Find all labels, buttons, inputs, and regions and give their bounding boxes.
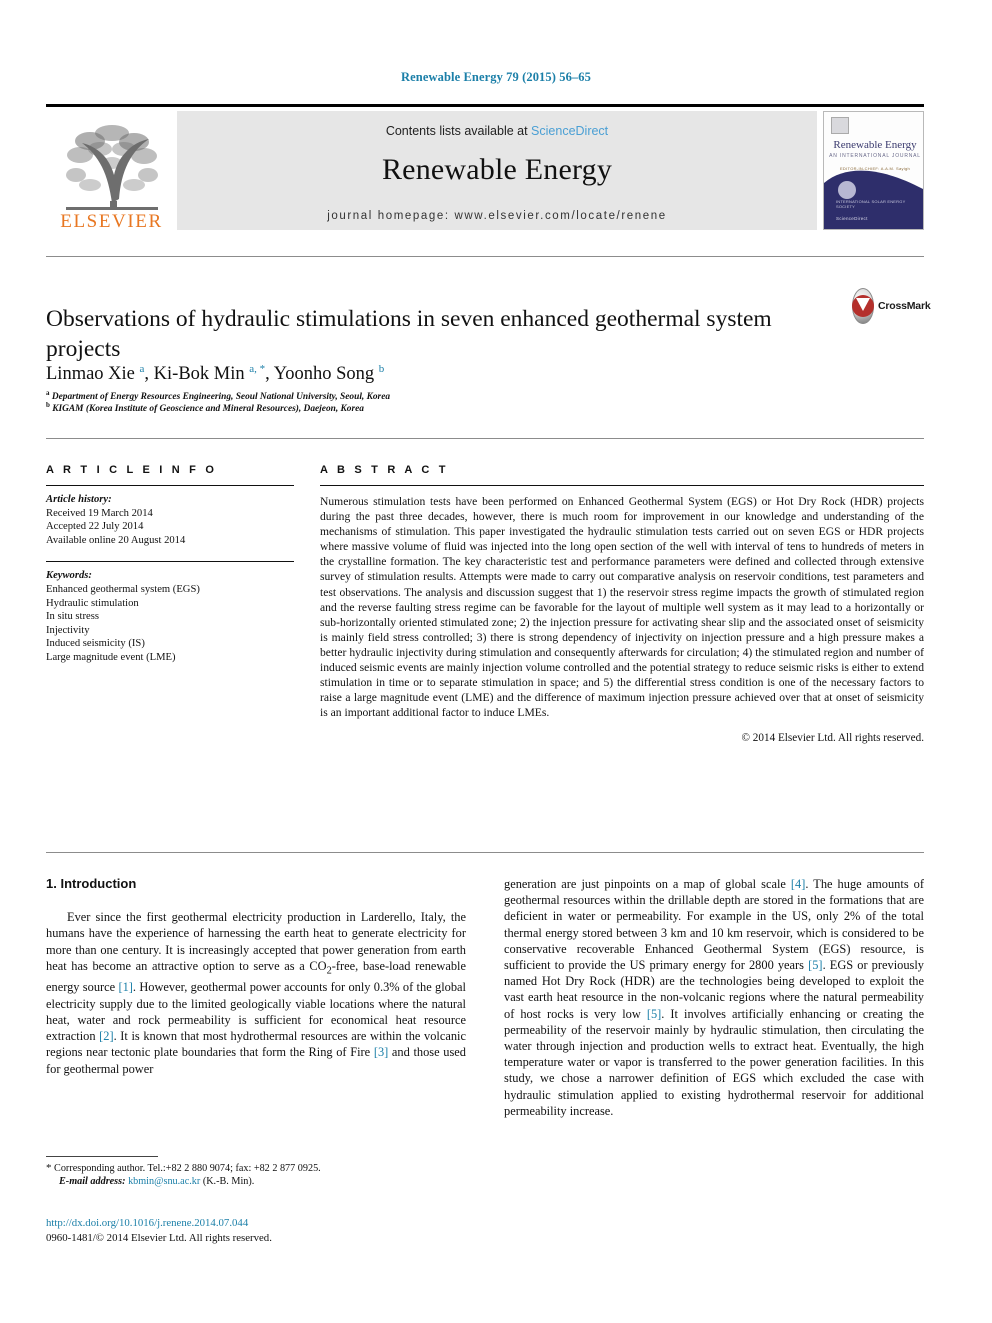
title-divider (46, 256, 924, 257)
page-title: Observations of hydraulic stimulations i… (46, 305, 772, 362)
article-history-list: Received 19 March 2014 Accepted 22 July 2… (46, 507, 294, 548)
contents-prefix: Contents lists available at (385, 124, 532, 138)
author-list: Linmao Xie a, Ki-Bok Min a, *, Yoonho So… (46, 363, 385, 385)
cover-footer-top: INTERNATIONAL SOLAR ENERGY SOCIETY (836, 199, 906, 209)
cover-footer-bottom: ScienceDirect (836, 216, 868, 221)
journal-cover-thumbnail: Renewable Energy AN INTERNATIONAL JOURNA… (823, 111, 924, 230)
paragraph-text: generation are just pinpoints on a map o… (504, 877, 791, 891)
email-label: E-mail address: (59, 1176, 126, 1188)
intro-paragraph-right: generation are just pinpoints on a map o… (504, 876, 924, 1119)
article-info-column: A R T I C L E I N F O Article history: R… (46, 464, 294, 665)
citation-link[interactable]: [5] (808, 958, 822, 972)
citation-link[interactable]: [3] (374, 1045, 388, 1059)
article-info-heading: A R T I C L E I N F O (46, 464, 218, 476)
paragraph-text: . It involves artificially enhancing or … (504, 1006, 924, 1118)
corresponding-author-marker: * (46, 1162, 52, 1174)
article-history-item: Available online 20 August 2014 (46, 534, 186, 546)
cover-subtitle: AN INTERNATIONAL JOURNAL (829, 153, 921, 159)
keyword-item: In situ stress (46, 611, 99, 623)
cover-society-logo-icon (838, 181, 856, 199)
journal-homepage-link[interactable]: journal homepage: www.elsevier.com/locat… (177, 210, 817, 222)
corresponding-author-note: * Corresponding author. Tel.:+82 2 880 9… (46, 1162, 466, 1189)
abstract-rule (320, 485, 924, 486)
journal-title: Renewable Energy (381, 153, 613, 186)
journal-masthead: ELSEVIER Contents lists available at Sci… (46, 104, 924, 231)
affiliation-b: b KIGAM (Korea Institute of Geoscience a… (46, 401, 364, 415)
keywords-list: Enhanced geothermal system (EGS) Hydrauli… (46, 583, 294, 665)
keyword-item: Large magnitude event (LME) (46, 651, 176, 663)
email-link[interactable]: kbmin@snu.ac.kr (128, 1176, 200, 1187)
abstract-column: A B S T R A C T Numerous stimulation tes… (320, 464, 924, 744)
keyword-item: Injectivity (46, 624, 90, 636)
citation-link[interactable]: [4] (791, 877, 805, 891)
section-heading-introduction: 1. Introduction (46, 876, 137, 891)
keywords-label: Keywords: (46, 570, 92, 582)
affiliation-marker: b (46, 401, 50, 409)
abstract-text: Numerous stimulation tests have been per… (320, 495, 924, 720)
email-suffix: (K.-B. Min). (202, 1176, 255, 1188)
sciencedirect-link[interactable]: ScienceDirect (531, 124, 608, 138)
body-column-right: generation are just pinpoints on a map o… (504, 876, 924, 1119)
keyword-item: Induced seismicity (IS) (46, 638, 145, 650)
affiliation-marker: a (46, 389, 50, 397)
doi-link[interactable]: http://dx.doi.org/10.1016/j.renene.2014.… (46, 1216, 476, 1231)
citation-link[interactable]: [2] (99, 1029, 113, 1043)
crossmark-label: CrossMark (878, 300, 931, 312)
article-history-item: Accepted 22 July 2014 (46, 521, 144, 533)
abstract-copyright: © 2014 Elsevier Ltd. All rights reserved… (741, 732, 925, 745)
doi-and-issn: http://dx.doi.org/10.1016/j.renene.2014.… (46, 1216, 476, 1245)
info-abstract-bottom-divider (46, 852, 924, 853)
keyword-item: Enhanced geothermal system (EGS) (46, 583, 200, 595)
footnote-divider (46, 1156, 158, 1157)
abstract-heading: A B S T R A C T (320, 464, 449, 476)
article-page: Renewable Energy 79 (2015) 56–65 ELSEVIE… (0, 0, 992, 1323)
article-info-rule (46, 485, 294, 486)
elsevier-tree-icon (60, 123, 164, 211)
crossmark-icon (852, 288, 874, 324)
corresponding-author-text: Corresponding author. Tel.:+82 2 880 907… (54, 1163, 321, 1174)
cover-title: Renewable Energy (833, 139, 917, 151)
elsevier-logo: ELSEVIER (46, 111, 177, 231)
keyword-item: Hydraulic stimulation (46, 597, 139, 609)
body-column-left: 1. Introduction Ever since the first geo… (46, 876, 466, 1077)
article-history: Article history: Received 19 March 2014 A… (46, 493, 294, 547)
contents-list-line: Contents lists available at ScienceDirec… (386, 124, 608, 138)
article-history-item: Received 19 March 2014 (46, 507, 153, 519)
running-head: Renewable Energy 79 (2015) 56–65 (401, 70, 591, 84)
intro-paragraph-left: Ever since the first geothermal electric… (46, 909, 466, 1077)
elsevier-wordmark: ELSEVIER (60, 211, 163, 232)
article-history-label: Article history: (46, 494, 112, 505)
keywords-block: Keywords: Enhanced geothermal system (EG… (46, 569, 294, 664)
info-abstract-top-divider (46, 438, 924, 439)
citation-link[interactable]: [5] (647, 1007, 661, 1021)
journal-banner: Contents lists available at ScienceDirec… (177, 111, 817, 230)
crossmark-badge[interactable]: CrossMark (852, 286, 931, 326)
citation-link[interactable]: [1] (118, 980, 132, 994)
cover-publisher-mark (831, 117, 849, 134)
issn-copyright-line: 0960-1481/© 2014 Elsevier Ltd. All right… (46, 1231, 272, 1244)
keywords-rule (46, 561, 294, 563)
